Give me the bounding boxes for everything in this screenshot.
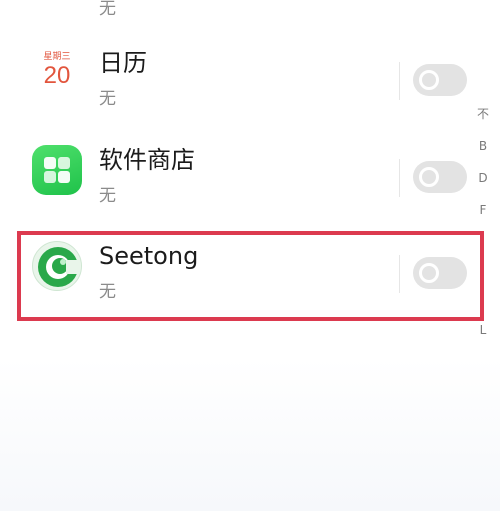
divider — [399, 62, 400, 100]
seetong-icon — [32, 241, 82, 291]
app-store-icon — [32, 145, 82, 195]
alphabet-index-bar[interactable]: 不 B D F L — [470, 102, 496, 342]
app-subtitle: 无 — [99, 186, 116, 206]
list-item-app-store[interactable]: 软件商店 无 — [0, 139, 500, 235]
app-subtitle: 无 — [99, 89, 116, 109]
seetong-glyph — [38, 247, 78, 287]
index-letter[interactable]: B — [470, 138, 496, 154]
list-item-seetong[interactable]: Seetong 无 — [0, 235, 500, 331]
divider — [399, 159, 400, 197]
divider — [399, 255, 400, 293]
index-letter[interactable]: D — [470, 170, 496, 186]
toggle-knob — [419, 70, 439, 90]
seetong-toggle[interactable] — [413, 257, 467, 289]
app-notification-list: 无 星期三 20 日历 无 软件商店 无 Seetong 无 不 B D F L — [0, 0, 500, 511]
app-name: 软件商店 — [99, 146, 195, 174]
index-letter[interactable]: F — [470, 202, 496, 218]
app-store-toggle[interactable] — [413, 161, 467, 193]
calendar-toggle[interactable] — [413, 64, 467, 96]
app-store-glyph — [44, 157, 70, 183]
previous-app-subtitle: 无 — [99, 0, 116, 19]
calendar-icon: 星期三 20 — [32, 48, 82, 98]
toggle-knob — [419, 167, 439, 187]
app-subtitle: 无 — [99, 282, 116, 302]
toggle-knob — [419, 263, 439, 283]
list-item-calendar[interactable]: 星期三 20 日历 无 — [0, 42, 500, 138]
calendar-icon-day: 20 — [43, 62, 71, 89]
app-name: Seetong — [99, 242, 199, 270]
app-name: 日历 — [99, 49, 147, 77]
index-letter[interactable]: 不 — [470, 106, 496, 122]
index-letter[interactable]: L — [470, 322, 496, 338]
